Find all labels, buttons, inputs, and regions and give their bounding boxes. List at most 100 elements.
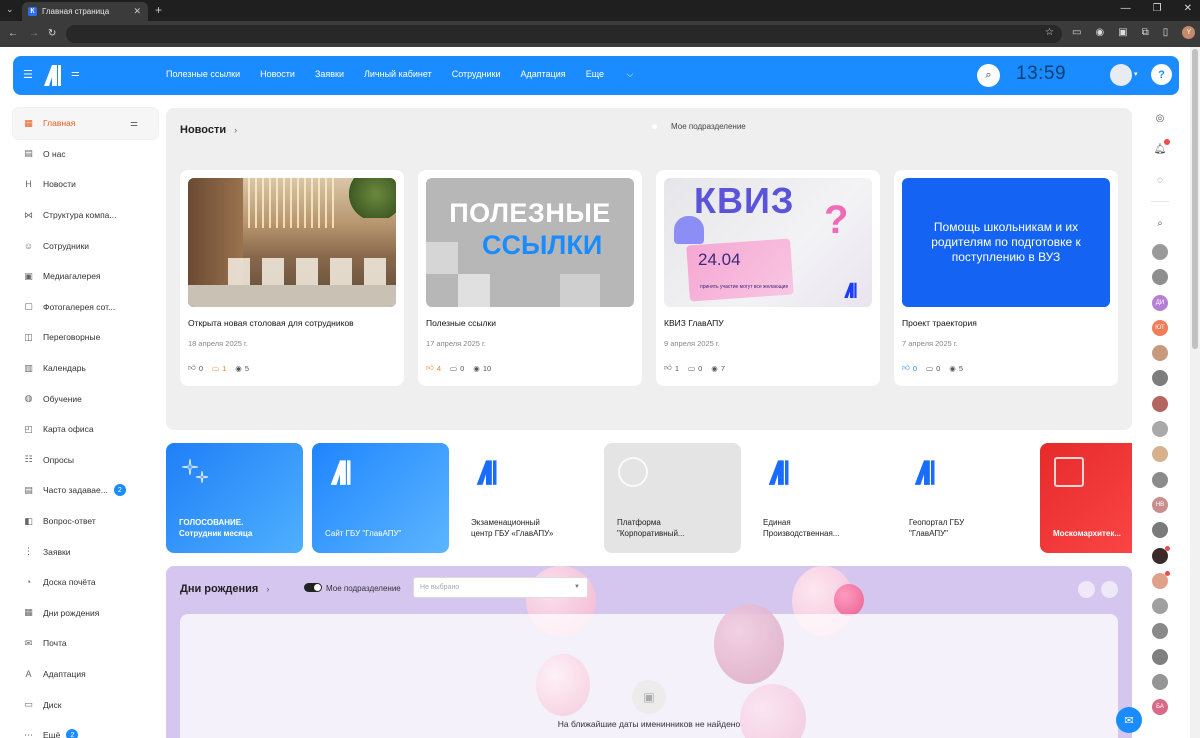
sidebar-item[interactable]: ▤ Часто задавае... 2 — [13, 475, 158, 506]
like-button[interactable]: 👍︎ 1 — [664, 363, 679, 373]
forward-icon[interactable]: → — [29, 28, 39, 39]
sidebar-item[interactable]: ▭ Диск — [13, 689, 158, 720]
extension-icon-3[interactable]: ▣ — [1118, 27, 1127, 38]
like-button[interactable]: 👍︎ 4 — [426, 363, 441, 373]
sidebar-item[interactable]: ▢ Фотогалерея сот... — [13, 292, 158, 323]
page-scrollbar[interactable] — [1190, 47, 1200, 738]
extension-icon[interactable]: ▭ — [1072, 27, 1081, 38]
user-avatar[interactable] — [1152, 471, 1168, 488]
my-department-switch[interactable] — [304, 583, 322, 592]
comments-count[interactable]: ▭ 0 — [688, 364, 702, 373]
service-card-production[interactable]: Единая Производственная... — [750, 443, 887, 553]
user-avatar[interactable] — [1152, 623, 1168, 640]
sidebar-item[interactable]: Н Новости — [13, 169, 158, 200]
sidebar-item[interactable]: ☷ Опросы — [13, 445, 158, 476]
news-title[interactable]: Открыта новая столовая для сотрудников — [188, 318, 354, 328]
service-card-vote[interactable]: ГОЛОСОВАНИЕ. Сотрудник месяца — [166, 443, 303, 553]
user-avatar[interactable] — [1152, 421, 1168, 438]
user-avatar[interactable] — [1152, 244, 1168, 260]
user-avatar[interactable] — [1152, 545, 1170, 564]
my-department-toggle[interactable]: Мое подразделение — [652, 122, 746, 131]
sidebar-item[interactable]: ✉ Почта — [13, 628, 158, 659]
chat-bubble-icon[interactable]: ◌ — [1150, 170, 1170, 190]
nav-adaptation[interactable]: Адаптация — [520, 69, 565, 80]
user-avatar[interactable] — [1152, 395, 1168, 412]
news-card[interactable]: Открыта новая столовая для сотрудников 1… — [180, 170, 404, 386]
user-avatar[interactable] — [1152, 674, 1168, 691]
news-card[interactable]: ПОЛЕЗНЫЕ ССЫЛКИ Полезные ссылки 17 апрел… — [418, 170, 642, 386]
notification-bell-icon[interactable]: 🔔︎ — [1150, 139, 1170, 159]
bookmark-star-icon[interactable]: ☆ — [1045, 27, 1054, 38]
sidebar-item[interactable]: A Адаптация — [13, 659, 158, 690]
sidebar-item[interactable]: ▣ Медиагалерея — [13, 261, 158, 292]
target-icon[interactable]: ◎ — [1150, 108, 1170, 128]
help-button[interactable]: ? — [1151, 64, 1172, 85]
maximize-icon[interactable]: ❐ — [1153, 3, 1162, 14]
sidebar-item[interactable]: ◍ Обучение — [13, 383, 158, 414]
user-avatar[interactable] — [1110, 64, 1132, 86]
extension-icon-2[interactable]: ◉ — [1095, 27, 1104, 38]
user-avatar[interactable]: ЮТ — [1152, 319, 1168, 336]
user-avatar[interactable] — [1152, 446, 1168, 463]
sidepanel-icon[interactable]: ▯ — [1163, 27, 1169, 38]
nav-useful-links[interactable]: Полезные ссылки — [166, 69, 240, 80]
tab-search-icon[interactable]: ⌄ — [6, 4, 14, 15]
sidebar-item[interactable]: ▤ О нас — [13, 139, 158, 170]
search-button[interactable]: ⌕ — [977, 64, 1000, 87]
service-card-platform[interactable]: Платформа "Корпоративный... — [604, 443, 741, 553]
user-avatar[interactable]: БА — [1152, 699, 1168, 716]
user-avatar[interactable] — [1152, 570, 1170, 589]
sidebar-item[interactable]: ⋯ Ещё 2 — [13, 720, 158, 738]
user-avatar[interactable] — [1152, 345, 1168, 362]
comments-count[interactable]: ▭ 0 — [450, 364, 464, 373]
puzzle-icon[interactable]: ⧉ — [1142, 27, 1149, 38]
sidebar-item[interactable]: ▥ Календарь — [13, 353, 158, 384]
customize-sliders-icon[interactable]: ⚌ — [130, 118, 138, 129]
address-bar[interactable]: ☆ — [66, 25, 1062, 43]
company-logo[interactable] — [41, 63, 63, 87]
sidebar-item[interactable]: ◧ Вопрос-ответ — [13, 506, 158, 537]
comments-count[interactable]: ▭ 0 — [926, 364, 940, 373]
reload-icon[interactable]: ↻ — [48, 28, 56, 39]
avatar-caret-icon[interactable]: ▾ — [1134, 70, 1138, 78]
like-button[interactable]: 👍︎ 0 — [902, 363, 917, 373]
nav-personal-account[interactable]: Личный кабинет — [364, 69, 432, 80]
rail-search-icon[interactable]: ⌕ — [1150, 213, 1170, 233]
sidebar-item[interactable]: ⋈ Структура компа... — [13, 200, 158, 231]
sidebar-item[interactable]: ◔ Доска почёта — [13, 567, 158, 598]
user-avatar[interactable] — [1152, 370, 1168, 387]
nav-news[interactable]: Новости — [260, 69, 295, 80]
nav-requests[interactable]: Заявки — [315, 69, 344, 80]
close-window-icon[interactable]: ✕ — [1184, 3, 1192, 14]
birthdays-heading[interactable]: Дни рождения › — [180, 583, 269, 595]
minimize-icon[interactable]: — — [1121, 3, 1131, 14]
settings-sliders-icon[interactable]: ⚌ — [71, 68, 80, 79]
service-card-moskomarkh[interactable]: Москомархитек... — [1040, 443, 1132, 553]
sidebar-item[interactable]: ◫ Переговорные — [13, 322, 158, 353]
back-icon[interactable]: ← — [8, 28, 18, 39]
user-avatar[interactable] — [1152, 522, 1168, 539]
like-button[interactable]: 👍︎ 0 — [188, 363, 203, 373]
user-avatar[interactable]: НВ — [1152, 496, 1168, 513]
sidebar-item[interactable]: ☺ Сотрудники — [13, 230, 158, 261]
user-avatar[interactable] — [1152, 269, 1168, 286]
service-card-site[interactable]: Сайт ГБУ "ГлавАПУ" — [312, 443, 449, 553]
department-select[interactable]: Не выбрано ▼ — [413, 577, 588, 598]
support-chat-button[interactable]: ✉ — [1116, 707, 1142, 733]
sidebar-item[interactable]: ▦ Дни рождения — [13, 598, 158, 629]
user-avatar[interactable] — [1152, 648, 1168, 665]
service-card-exam-center[interactable]: Экзаменационный центр ГБУ «ГлавАПУ» — [458, 443, 595, 553]
nav-employees[interactable]: Сотрудники — [452, 69, 501, 80]
news-card[interactable]: Помощь школьникам и их родителям по подг… — [894, 170, 1118, 386]
news-heading[interactable]: Новости › — [180, 124, 237, 136]
browser-tab[interactable]: К Главная страница ✕ — [22, 2, 148, 21]
profile-avatar[interactable]: Y — [1182, 26, 1196, 39]
close-tab-icon[interactable]: ✕ — [133, 6, 141, 17]
sidebar-item[interactable]: ◰ Карта офиса — [13, 414, 158, 445]
user-avatar[interactable] — [1152, 598, 1168, 615]
nav-more[interactable]: Еще ⌵ — [586, 69, 654, 80]
next-arrow-icon[interactable] — [1101, 581, 1118, 598]
scrollbar-thumb[interactable] — [1192, 49, 1198, 349]
news-card[interactable]: КВИЗ ? 24.04 принять участие могут все ж… — [656, 170, 880, 386]
burger-menu-icon[interactable]: ☰ — [23, 68, 33, 81]
